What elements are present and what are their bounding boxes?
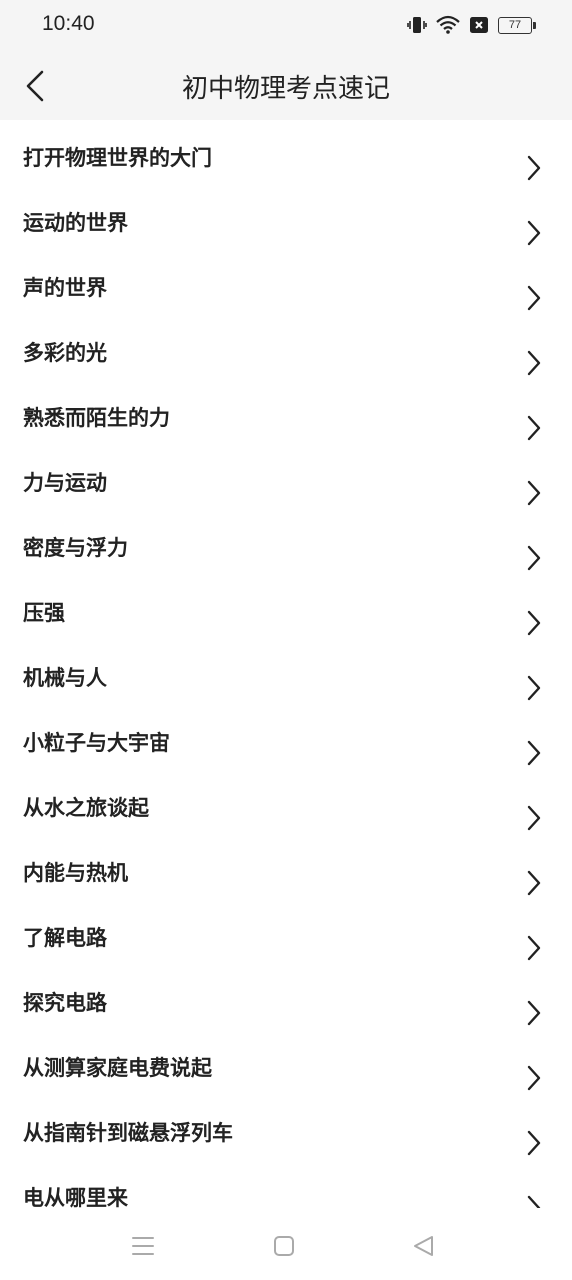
list-item[interactable]: 从测算家庭电费说起 <box>0 1030 572 1095</box>
list-item[interactable]: 打开物理世界的大门 <box>0 120 572 185</box>
list-item-label: 熟悉而陌生的力 <box>23 406 170 430</box>
list-item[interactable]: 了解电路 <box>0 900 572 965</box>
list-item-label: 声的世界 <box>23 276 107 300</box>
list-item[interactable]: 机械与人 <box>0 640 572 705</box>
list-item[interactable]: 运动的世界 <box>0 185 572 250</box>
chevron-right-icon <box>527 610 541 636</box>
chevron-right-icon <box>527 220 541 246</box>
list-item[interactable]: 压强 <box>0 575 572 640</box>
list-item-label: 机械与人 <box>23 666 107 690</box>
chevron-right-icon <box>527 675 541 701</box>
list-item[interactable]: 从水之旅谈起 <box>0 770 572 835</box>
list-item[interactable]: 力与运动 <box>0 445 572 510</box>
chapter-list: 打开物理世界的大门 运动的世界声的世界多彩的光熟悉而陌生的力 力与运动密度与浮力压强… <box>0 120 572 1208</box>
list-item-label: 压强 <box>23 601 65 625</box>
chevron-right-icon <box>527 1065 541 1091</box>
list-item-label: 密度与浮力 <box>23 536 128 560</box>
nav-header: 初中物理考点速记 <box>0 52 572 120</box>
list-item-label: 多彩的光 <box>23 341 107 365</box>
chevron-right-icon <box>527 545 541 571</box>
menu-icon <box>132 1237 154 1255</box>
list-item-label: 电从哪里来 <box>23 1186 128 1209</box>
list-item-label: 探究电路 <box>23 991 107 1015</box>
chevron-right-icon <box>527 1000 541 1026</box>
wifi-icon <box>436 15 460 34</box>
status-time: 10:40 <box>42 12 95 35</box>
home-square-icon <box>274 1236 294 1256</box>
list-item-label: 了解电路 <box>23 926 107 950</box>
page-title: 初中物理考点速记 <box>181 74 390 104</box>
home-button[interactable] <box>270 1232 298 1260</box>
chevron-right-icon <box>527 155 541 181</box>
list-item[interactable]: 声的世界 <box>0 250 572 315</box>
list-item-label: 从测算家庭电费说起 <box>23 1056 212 1080</box>
list-item[interactable]: 多彩的光 <box>0 315 572 380</box>
list-item[interactable]: 熟悉而陌生的力 <box>0 380 572 445</box>
list-item-label: 力与运动 <box>23 471 107 495</box>
list-item-label: 从指南针到磁悬浮列车 <box>23 1121 233 1145</box>
chevron-right-icon <box>527 740 541 766</box>
notification-x-icon <box>470 17 488 33</box>
list-item[interactable]: 探究电路 <box>0 965 572 1030</box>
status-bar: 10:40 77 <box>0 0 572 52</box>
system-back-button[interactable] <box>410 1232 438 1260</box>
status-icons: 77 <box>398 14 536 36</box>
list-item[interactable]: 内能与热机 <box>0 835 572 900</box>
chevron-right-icon <box>527 935 541 961</box>
chevron-right-icon <box>527 415 541 441</box>
back-triangle-icon <box>414 1236 433 1256</box>
list-item-label: 小粒子与大宇宙 <box>23 731 170 755</box>
vibrate-icon <box>407 17 427 33</box>
chevron-right-icon <box>527 285 541 311</box>
chevron-right-icon <box>527 1195 541 1208</box>
chevron-right-icon <box>527 1130 541 1156</box>
list-item-label: 内能与热机 <box>23 861 128 885</box>
menu-button[interactable] <box>129 1232 157 1260</box>
list-item[interactable]: 小粒子与大宇宙 <box>0 705 572 770</box>
list-item-label: 从水之旅谈起 <box>23 796 149 820</box>
list-item-label: 运动的世界 <box>23 211 128 235</box>
list-item[interactable]: 从指南针到磁悬浮列车 <box>0 1095 572 1160</box>
chevron-right-icon <box>527 870 541 896</box>
battery-icon: 77 <box>498 16 536 34</box>
chevron-right-icon <box>527 480 541 506</box>
system-nav-bar <box>0 1208 572 1280</box>
list-item-label: 打开物理世界的大门 <box>23 146 212 170</box>
chevron-right-icon <box>527 350 541 376</box>
battery-level: 77 <box>508 18 522 31</box>
chevron-right-icon <box>527 805 541 831</box>
list-item[interactable]: 电从哪里来 <box>0 1160 572 1208</box>
list-item[interactable]: 密度与浮力 <box>0 510 572 575</box>
